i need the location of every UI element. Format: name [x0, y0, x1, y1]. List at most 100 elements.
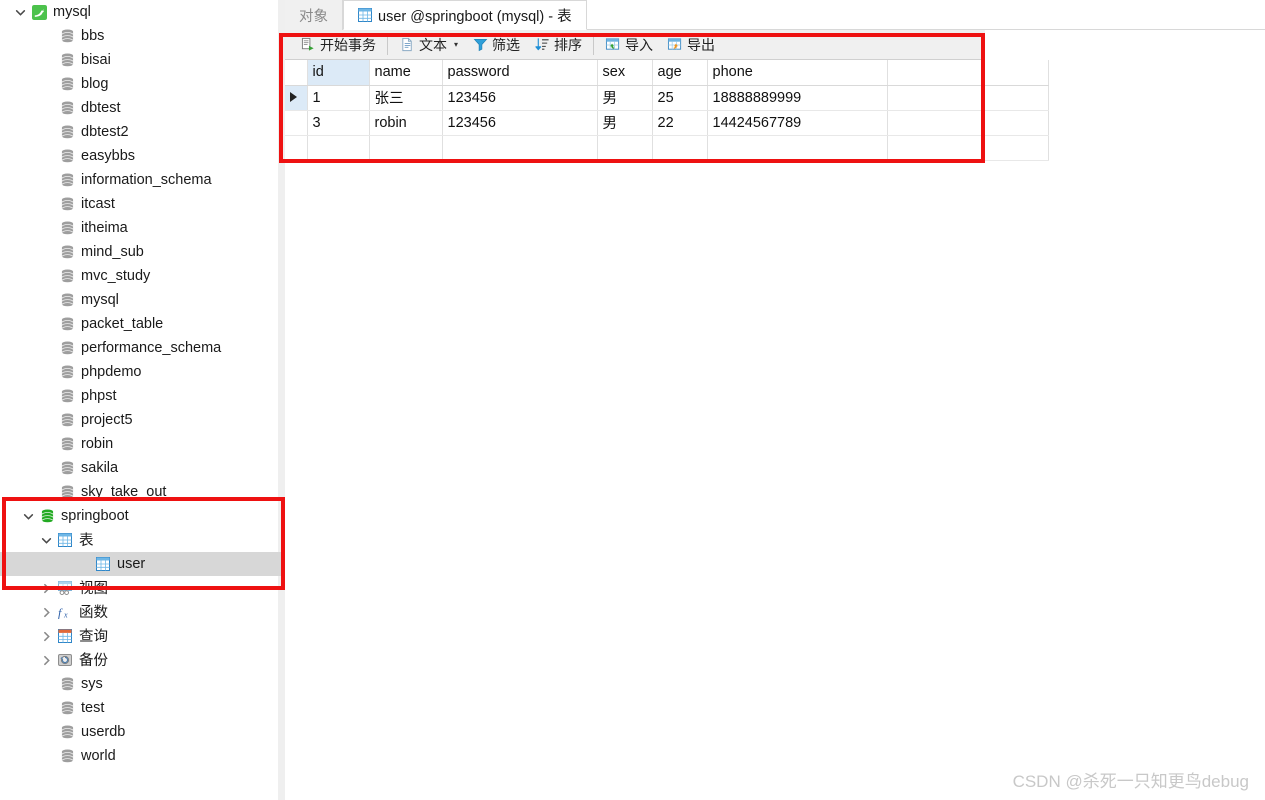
grid-corner-cell[interactable]: [285, 60, 308, 86]
tree-item-label: easybbs: [81, 147, 136, 164]
export-button[interactable]: 导出: [660, 33, 722, 57]
tree-database-blog[interactable]: blog: [0, 72, 285, 96]
toolbar-separator: [387, 34, 388, 55]
grid-cell-sex[interactable]: 男: [597, 110, 653, 136]
chevron-down-icon[interactable]: [10, 7, 30, 18]
data-grid[interactable]: id name password sex age phone 1 张三 123456 男 25 18…: [285, 60, 1049, 185]
begin-transaction-label: 开始事务: [320, 36, 376, 53]
begin-transaction-button[interactable]: 开始事务: [293, 33, 383, 57]
sort-button[interactable]: 排序: [527, 33, 589, 57]
table-grid-icon: [56, 533, 74, 547]
tree-database-itcast[interactable]: itcast: [0, 192, 285, 216]
tree-database-easybbs[interactable]: easybbs: [0, 144, 285, 168]
tree-database-world[interactable]: world: [0, 744, 285, 768]
data-grid-table[interactable]: id name password sex age phone 1 张三 123456 男 25 18…: [285, 60, 1049, 185]
grid-column-header[interactable]: name: [369, 60, 443, 86]
grid-cell-name[interactable]: 张三: [369, 85, 443, 111]
grid-cell-age[interactable]: 25: [652, 85, 708, 111]
grid-cell-password[interactable]: 123456: [442, 110, 598, 136]
import-button[interactable]: 导入: [598, 33, 660, 57]
tree-database-sakila[interactable]: sakila: [0, 456, 285, 480]
tree-database-test[interactable]: test: [0, 696, 285, 720]
grid-cell-password[interactable]: 123456: [442, 85, 598, 111]
grid-column-header[interactable]: id: [307, 60, 370, 86]
chevron-down-icon[interactable]: [18, 511, 38, 522]
tree-item-label: dbtest: [81, 99, 121, 116]
tree-database-bbs[interactable]: bbs: [0, 24, 285, 48]
tree-database-dbtest2[interactable]: dbtest2: [0, 120, 285, 144]
tree-table-user[interactable]: user: [0, 552, 285, 576]
tree-folder-函数[interactable]: f x 函数: [0, 600, 285, 624]
grid-row-indicator[interactable]: [285, 85, 308, 111]
grid-column-header[interactable]: [887, 60, 1049, 86]
current-row-triangle-icon: [290, 91, 297, 102]
tab-objects[interactable]: 对象: [285, 0, 343, 30]
grid-empty-cell: [369, 160, 442, 185]
grid-cell-phone[interactable]: 18888889999: [707, 85, 888, 111]
grid-row[interactable]: 1 张三 123456 男 25 18888889999: [285, 85, 1049, 111]
tree-database-project5[interactable]: project5: [0, 408, 285, 432]
text-button[interactable]: 文本 ▾: [392, 33, 465, 57]
tree-folder-备份[interactable]: 备份: [0, 648, 285, 672]
tree-item-label: robin: [81, 435, 114, 452]
tree-database-robin[interactable]: robin: [0, 432, 285, 456]
filter-button[interactable]: 筛选: [465, 33, 527, 57]
tree-database-mind_sub[interactable]: mind_sub: [0, 240, 285, 264]
grid-cell-id[interactable]: 1: [307, 85, 370, 111]
grid-column-header[interactable]: sex: [597, 60, 653, 86]
chevron-right-icon[interactable]: [36, 583, 56, 594]
tree-database-dbtest[interactable]: dbtest: [0, 96, 285, 120]
tree-database-sky_take_out[interactable]: sky_take_out: [0, 480, 285, 504]
grid-column-header[interactable]: phone: [707, 60, 888, 86]
grid-cell-id[interactable]: 3: [307, 110, 370, 136]
tree-database-itheima[interactable]: itheima: [0, 216, 285, 240]
grid-row-indicator[interactable]: [285, 110, 308, 136]
tree-database-performance_schema[interactable]: performance_schema: [0, 336, 285, 360]
database-icon: [38, 509, 56, 524]
database-icon: [58, 221, 76, 236]
grid-cell-sex[interactable]: 男: [597, 85, 653, 111]
database-tree-sidebar[interactable]: mysql bbs bisai blog dbtest dbtest2 easybbs inf…: [0, 0, 285, 800]
tree-item-label: 备份: [79, 653, 108, 669]
grid-empty-cell: [442, 135, 598, 161]
tab-bar[interactable]: 对象 user @springboot (mysql) - 表: [285, 0, 1265, 30]
chevron-down-icon[interactable]: ▾: [454, 40, 458, 49]
chevron-down-icon[interactable]: [36, 535, 56, 546]
database-icon: [58, 269, 76, 284]
tree-database-userdb[interactable]: userdb: [0, 720, 285, 744]
chevron-right-icon[interactable]: [36, 631, 56, 642]
grid-cell-phone[interactable]: 14424567789: [707, 110, 888, 136]
grid-cell-extra[interactable]: [887, 85, 1049, 111]
chevron-right-icon[interactable]: [36, 655, 56, 666]
tree-folder-视图[interactable]: 视图: [0, 576, 285, 600]
database-icon: [58, 437, 76, 452]
view-icon: [56, 581, 74, 595]
database-icon: [58, 677, 76, 692]
tree-database-information_schema[interactable]: information_schema: [0, 168, 285, 192]
chevron-right-icon[interactable]: [36, 607, 56, 618]
grid-column-header[interactable]: age: [652, 60, 708, 86]
tree-database-sys[interactable]: sys: [0, 672, 285, 696]
grid-column-header[interactable]: password: [442, 60, 598, 86]
tree-database-mvc_study[interactable]: mvc_study: [0, 264, 285, 288]
tree-folder-tables[interactable]: 表: [0, 528, 285, 552]
tree-database-bisai[interactable]: bisai: [0, 48, 285, 72]
tree-database-mysql[interactable]: mysql: [0, 288, 285, 312]
tree-database-phpdemo[interactable]: phpdemo: [0, 360, 285, 384]
grid-row[interactable]: 3 robin 123456 男 22 14424567789: [285, 110, 1049, 136]
tab-label: 对象: [299, 8, 328, 25]
grid-cell-age[interactable]: 22: [652, 110, 708, 136]
grid-header-row[interactable]: id name password sex age phone: [285, 60, 1049, 86]
grid-cell-extra[interactable]: [887, 110, 1049, 136]
tree-database-springboot[interactable]: springboot: [0, 504, 285, 528]
tree-connection-mysql[interactable]: mysql: [0, 0, 285, 24]
database-icon: [58, 317, 76, 332]
tree-item-label: world: [81, 747, 116, 764]
grid-cell-name[interactable]: robin: [369, 110, 443, 136]
grid-toolbar[interactable]: 开始事务 文本 ▾ 筛选 排序 导入 导出: [285, 30, 985, 60]
tab-table-user[interactable]: user @springboot (mysql) - 表: [343, 0, 587, 30]
tree-database-packet_table[interactable]: packet_table: [0, 312, 285, 336]
tree-database-phpst[interactable]: phpst: [0, 384, 285, 408]
svg-text:x: x: [63, 611, 68, 620]
tree-folder-查询[interactable]: 查询: [0, 624, 285, 648]
